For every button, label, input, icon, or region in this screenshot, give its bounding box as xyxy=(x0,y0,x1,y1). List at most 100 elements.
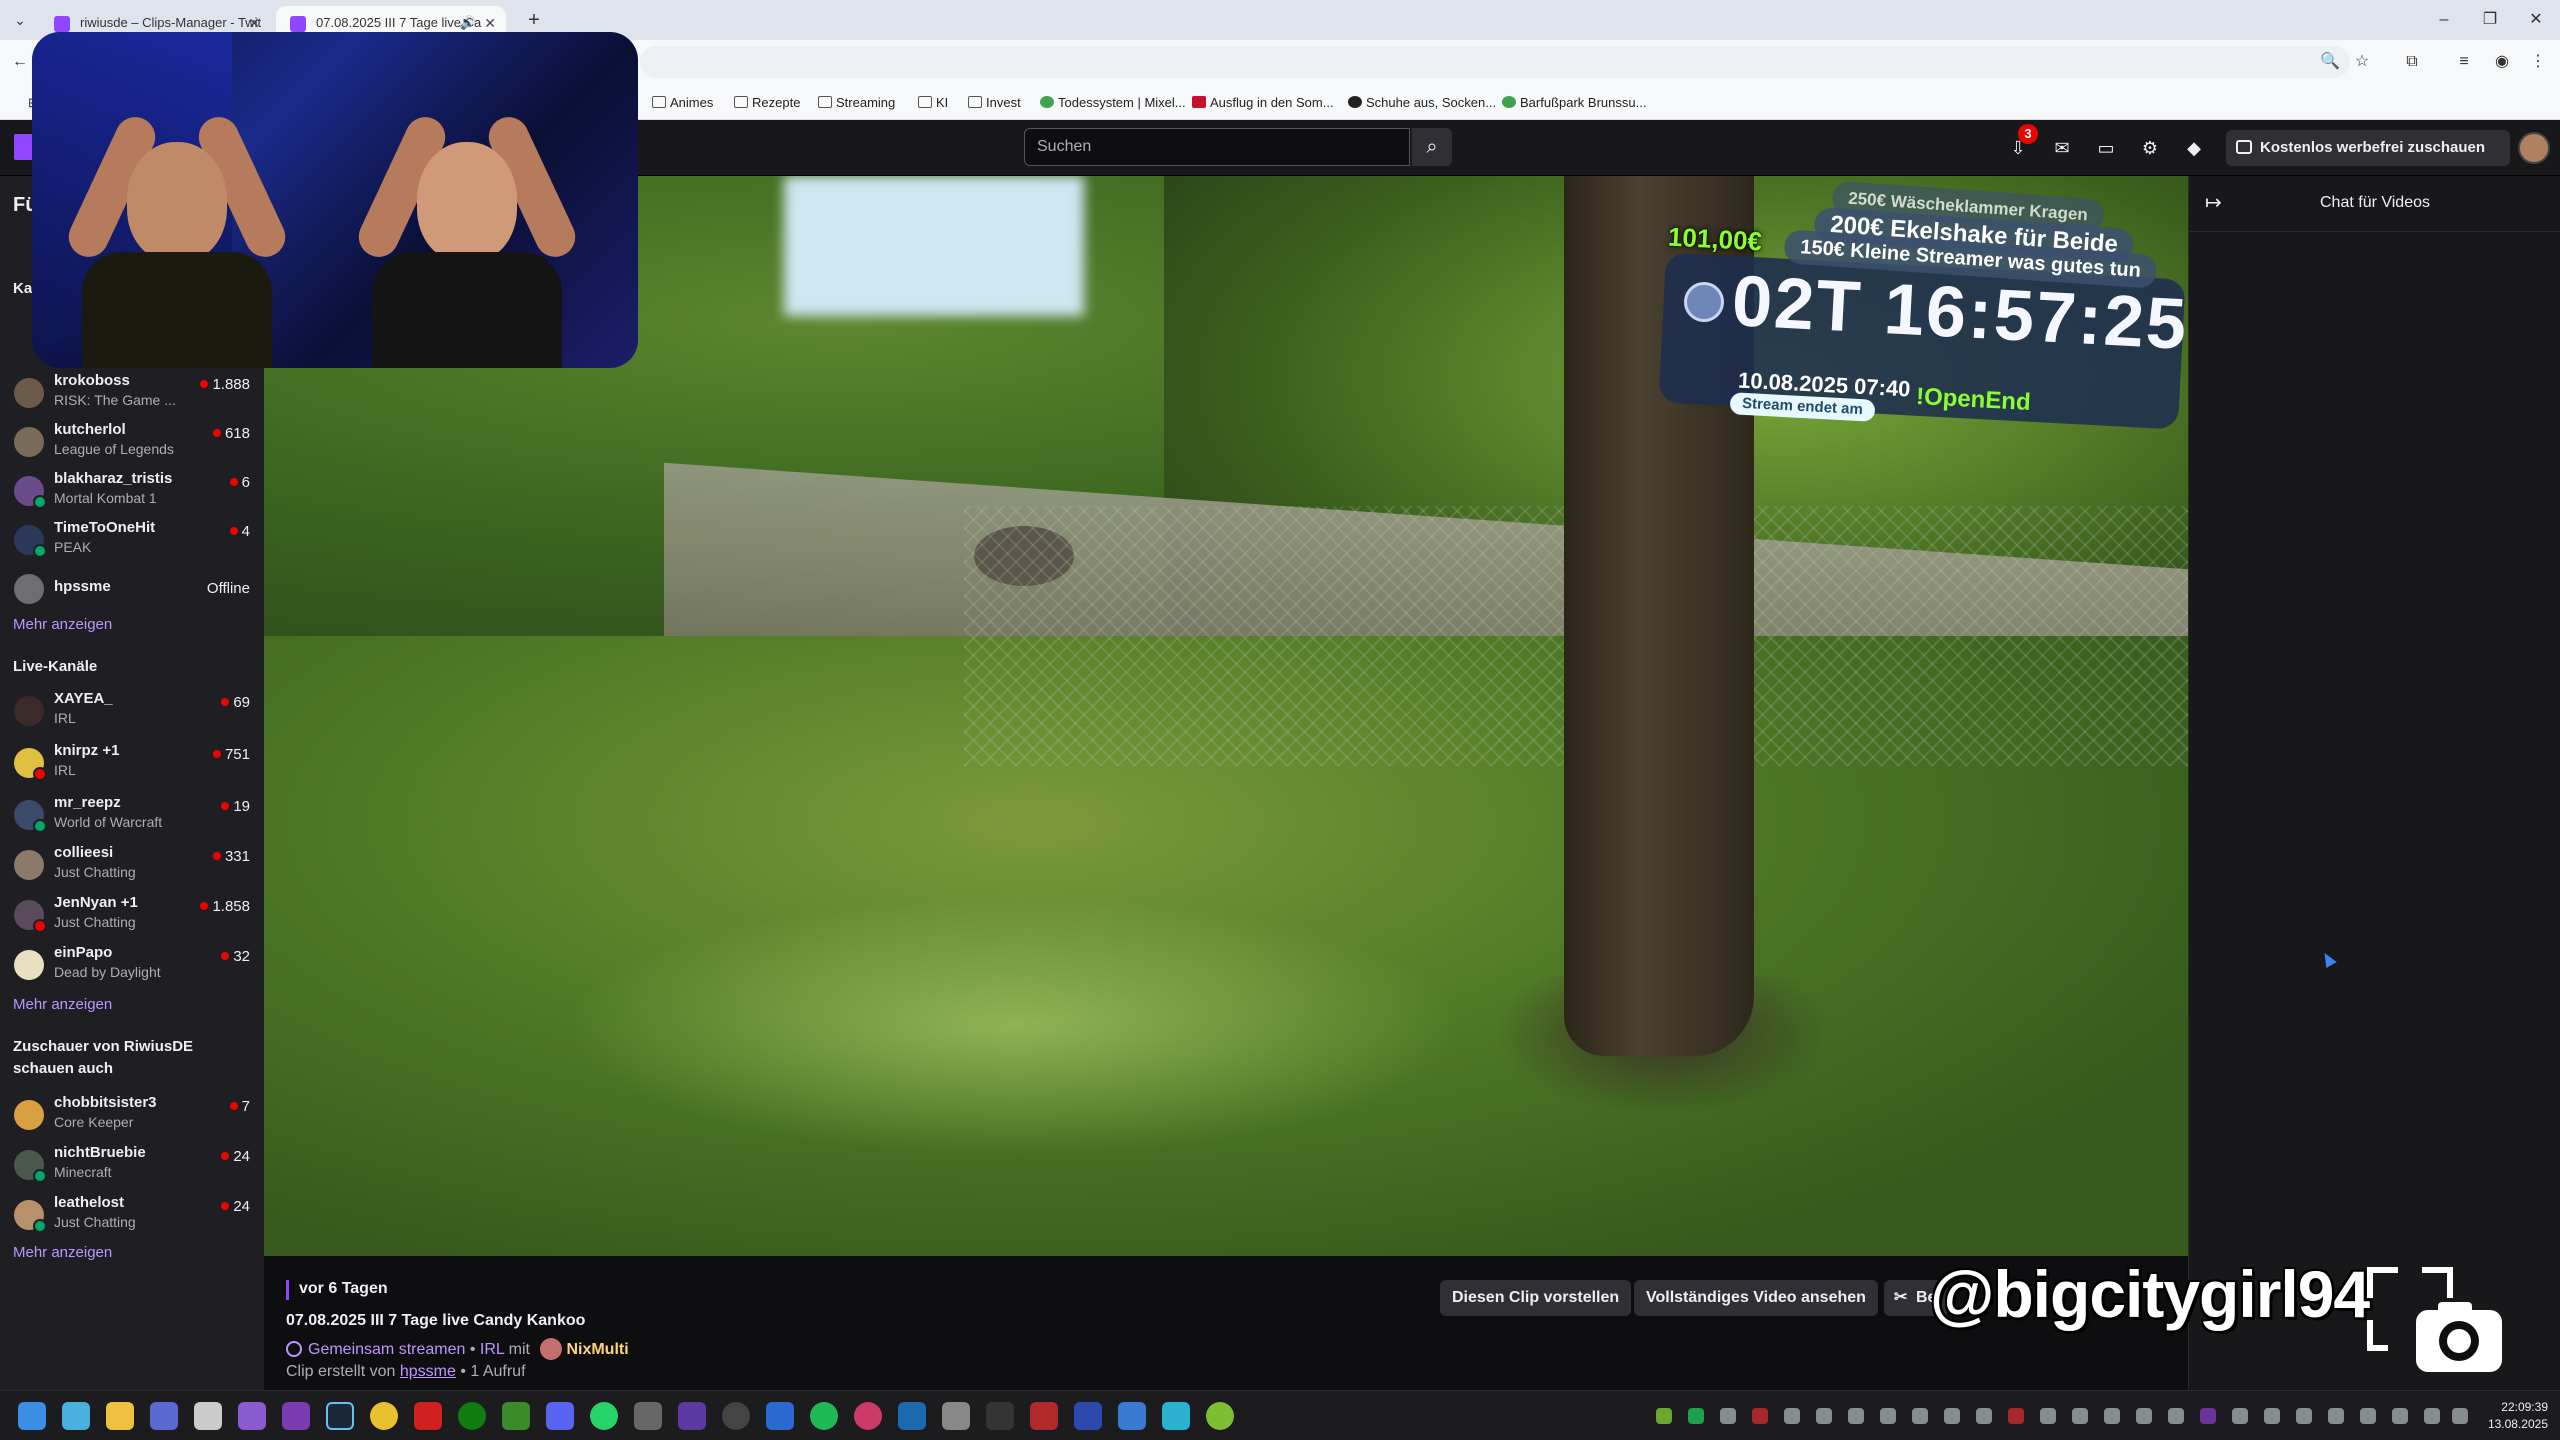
store-icon[interactable] xyxy=(194,1402,222,1430)
tray-icon[interactable] xyxy=(1912,1408,1928,1424)
media-control-icon[interactable]: ≡ xyxy=(2452,50,2476,74)
tray-network-icon[interactable] xyxy=(2392,1408,2408,1424)
bookmark-ausflug[interactable]: Ausflug in den Som... xyxy=(1190,92,1334,114)
url-field[interactable] xyxy=(640,46,2350,78)
widgets-icon[interactable] xyxy=(62,1402,90,1430)
tray-icon[interactable] xyxy=(2264,1408,2280,1424)
show-more-followed-link[interactable]: Mehr anzeigen xyxy=(13,616,112,633)
app-icon[interactable] xyxy=(1074,1402,1102,1430)
app-icon[interactable] xyxy=(722,1402,750,1430)
spotify-icon[interactable] xyxy=(810,1402,838,1430)
back-icon[interactable]: ← xyxy=(8,50,32,74)
app-icon[interactable] xyxy=(854,1402,882,1430)
partner-link[interactable]: NixMulti xyxy=(566,1341,628,1358)
app-icon[interactable] xyxy=(1030,1402,1058,1430)
bookmark-streaming[interactable]: Streaming xyxy=(816,92,895,114)
tray-icon[interactable] xyxy=(2232,1408,2248,1424)
whispers-icon[interactable]: ▭ xyxy=(2092,134,2120,162)
app-icon[interactable] xyxy=(942,1402,970,1430)
restore-icon[interactable]: ❐ xyxy=(2470,6,2510,34)
tray-volume-icon[interactable] xyxy=(2452,1408,2468,1424)
tray-icon[interactable] xyxy=(2104,1408,2120,1424)
show-more-recommended-link[interactable]: Mehr anzeigen xyxy=(13,1244,112,1261)
show-more-live-link[interactable]: Mehr anzeigen xyxy=(13,996,112,1013)
inbox-icon[interactable]: ✉ xyxy=(2048,134,2076,162)
tray-headset-icon[interactable] xyxy=(1720,1408,1736,1424)
start-icon[interactable] xyxy=(18,1402,46,1430)
extensions-icon[interactable]: ⧉ xyxy=(2400,50,2424,74)
app-icon[interactable] xyxy=(766,1402,794,1430)
tray-icon[interactable] xyxy=(1656,1408,1672,1424)
window-close-icon[interactable]: ✕ xyxy=(2516,6,2556,34)
sidebar-item-timetoonehit[interactable]: TimeToOneHit PEAK 4 xyxy=(0,515,264,563)
adfree-button[interactable]: Kostenlos werbefrei zuschauen xyxy=(2226,130,2510,166)
sidebar-item-chobbitsister3[interactable]: chobbitsister3 Core Keeper 7 xyxy=(0,1090,264,1138)
tray-icon[interactable] xyxy=(1976,1408,1992,1424)
sidebar-item-mr-reepz[interactable]: mr_reepz World of Warcraft 19 xyxy=(0,790,264,838)
bookmark-schuhe[interactable]: Schuhe aus, Socken... xyxy=(1346,92,1496,114)
search-input[interactable]: Suchen xyxy=(1024,128,1410,166)
bookmark-invest[interactable]: Invest xyxy=(966,92,1021,114)
zoom-icon[interactable]: 🔍 xyxy=(2318,50,2342,74)
sidebar-item-jennyan[interactable]: JenNyan +1 Just Chatting 1.858 xyxy=(0,890,264,938)
app-icon[interactable] xyxy=(1162,1402,1190,1430)
tray-chevron-icon[interactable] xyxy=(2360,1408,2376,1424)
watch-full-video-button[interactable]: Vollständiges Video ansehen xyxy=(1634,1280,1878,1316)
sidebar-item-collieesi[interactable]: collieesi Just Chatting 331 xyxy=(0,840,264,888)
tray-icon[interactable] xyxy=(2296,1408,2312,1424)
tray-icon[interactable] xyxy=(1944,1408,1960,1424)
tray-icon[interactable] xyxy=(2168,1408,2184,1424)
partner-avatar[interactable] xyxy=(540,1338,563,1360)
app-icon[interactable] xyxy=(986,1402,1014,1430)
app-icon[interactable] xyxy=(1118,1402,1146,1430)
tray-icon[interactable] xyxy=(2328,1408,2344,1424)
tray-icon[interactable] xyxy=(2040,1408,2056,1424)
user-avatar[interactable] xyxy=(2518,132,2550,164)
profile-icon[interactable]: ◉ xyxy=(2490,50,2514,74)
discord-icon[interactable] xyxy=(546,1402,574,1430)
tray-icon[interactable] xyxy=(2136,1408,2152,1424)
tray-icon[interactable] xyxy=(1848,1408,1864,1424)
sidebar-item-kutcherlol[interactable]: kutcherlol League of Legends 618 xyxy=(0,417,264,465)
sidebar-item-krokoboss[interactable]: krokoboss RISK: The Game ... 1.888 xyxy=(0,368,264,416)
browser-menu-icon[interactable]: ⋮ xyxy=(2526,50,2550,74)
tray-icon[interactable] xyxy=(2072,1408,2088,1424)
bookmark-barfusspark[interactable]: Barfußpark Brunssu... xyxy=(1500,92,1646,114)
app-icon[interactable] xyxy=(634,1402,662,1430)
sidebar-item-knirpz[interactable]: knirpz +1 IRL 751 xyxy=(0,738,264,786)
tray-icon[interactable] xyxy=(1784,1408,1800,1424)
bits-icon[interactable]: ⚙ xyxy=(2136,134,2164,162)
app-icon[interactable] xyxy=(1206,1402,1234,1430)
tray-icon[interactable] xyxy=(1880,1408,1896,1424)
xbox-icon[interactable] xyxy=(458,1402,486,1430)
steam-icon[interactable] xyxy=(326,1402,354,1430)
bookmark-animes[interactable]: Animes xyxy=(650,92,713,114)
tray-icon[interactable] xyxy=(1752,1408,1768,1424)
sidebar-item-xayea[interactable]: XAYEA_ IRL 69 xyxy=(0,686,264,734)
collab-stream-link[interactable]: Gemeinsam streamen xyxy=(308,1341,465,1358)
crown-icon[interactable]: ◆ xyxy=(2180,134,2208,162)
share-clip-button[interactable]: Diesen Clip vorstellen xyxy=(1440,1280,1632,1316)
tray-icon[interactable] xyxy=(2200,1408,2216,1424)
tray-wifi-icon[interactable] xyxy=(2424,1408,2440,1424)
app-red-icon[interactable] xyxy=(414,1402,442,1430)
tray-icon[interactable] xyxy=(1816,1408,1832,1424)
bookmark-star-icon[interactable]: ☆ xyxy=(2350,50,2374,74)
bookmark-ki[interactable]: KI xyxy=(916,92,948,114)
app-icon[interactable] xyxy=(898,1402,926,1430)
sidebar-item-nichtbruebie[interactable]: nichtBruebie Minecraft 24 xyxy=(0,1140,264,1188)
file-explorer-icon[interactable] xyxy=(106,1402,134,1430)
clip-author-link[interactable]: hpssme xyxy=(400,1363,456,1380)
taskbar-clock[interactable]: 22:09:39 13.08.2025 xyxy=(2478,1399,2548,1433)
tray-icon[interactable] xyxy=(2008,1408,2024,1424)
sidebar-item-hpssme[interactable]: hpssme Offline xyxy=(0,564,264,612)
tab-list-chevron-icon[interactable]: ⌄ xyxy=(8,8,32,32)
category-link[interactable]: IRL xyxy=(480,1341,504,1358)
bookmark-rezepte[interactable]: Rezepte xyxy=(732,92,800,114)
whatsapp-icon[interactable] xyxy=(590,1402,618,1430)
search-button[interactable]: ⌕ xyxy=(1412,128,1452,166)
tray-spotify-icon[interactable] xyxy=(1688,1408,1704,1424)
visual-studio-icon[interactable] xyxy=(238,1402,266,1430)
sidebar-item-blakharaz-tristis[interactable]: blakharaz_tristis Mortal Kombat 1 6 xyxy=(0,466,264,514)
teams-icon[interactable] xyxy=(150,1402,178,1430)
